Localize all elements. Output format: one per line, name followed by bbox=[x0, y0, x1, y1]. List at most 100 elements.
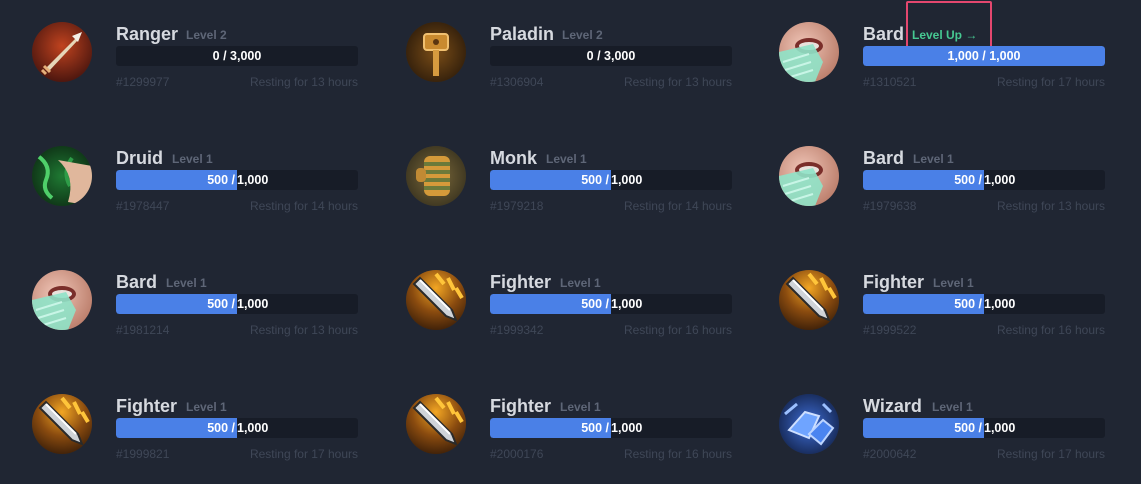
xp-progress-bar: 500 / 1,000 bbox=[863, 418, 1105, 438]
resting-status: Resting for 16 hours bbox=[996, 323, 1105, 337]
character-id: #1979638 bbox=[863, 199, 917, 213]
character-level: Level 1 bbox=[913, 152, 954, 166]
character-name: Bard bbox=[116, 272, 158, 292]
resting-status: Resting for 16 hours bbox=[623, 447, 732, 461]
character-card-fighter[interactable]: Fighter Level 1 500 / 1,000 #2000176 Res… bbox=[406, 394, 736, 474]
resting-status: Resting for 17 hours bbox=[249, 447, 358, 461]
xp-max: 1,000 bbox=[237, 297, 269, 311]
character-card-bard[interactable]: Bard Level Up → 1,000 / 1,000 #1310521 R… bbox=[779, 1, 1109, 102]
character-level: Level 2 bbox=[186, 28, 227, 42]
xp-current: 500 / bbox=[207, 297, 235, 311]
character-level: Level 1 bbox=[560, 276, 601, 290]
xp-progress-text: 1,000 / 1,000 bbox=[947, 49, 1021, 63]
character-level: Level 1 bbox=[560, 400, 601, 414]
resting-status: Resting for 13 hours bbox=[623, 75, 732, 89]
character-id: #2000176 bbox=[490, 447, 544, 461]
paladin-icon bbox=[406, 22, 466, 82]
character-id: #1999821 bbox=[116, 447, 170, 461]
character-id: #1999342 bbox=[490, 323, 544, 337]
xp-progress-bar: 500 / 1,000 bbox=[116, 418, 358, 438]
xp-progress-bar: 500 / 1,000 bbox=[490, 170, 732, 190]
xp-current: 500 / bbox=[581, 173, 609, 187]
xp-progress-bar: 1,000 / 1,000 bbox=[863, 46, 1105, 66]
fighter-icon bbox=[406, 394, 466, 454]
bard-icon bbox=[32, 270, 92, 330]
character-card-bard[interactable]: Bard Level 1 500 / 1,000 #1979638 Restin… bbox=[779, 146, 1109, 226]
character-card-fighter[interactable]: Fighter Level 1 500 / 1,000 #1999342 Res… bbox=[406, 270, 736, 350]
character-id: #1981214 bbox=[116, 323, 170, 337]
level-up-link[interactable]: Level Up → bbox=[912, 25, 977, 45]
character-level: Level 1 bbox=[546, 152, 587, 166]
character-name: Monk bbox=[490, 148, 537, 168]
xp-max: 1,000 bbox=[984, 421, 1016, 435]
xp-max: 1,000 bbox=[984, 297, 1016, 311]
character-name: Fighter bbox=[490, 272, 551, 292]
character-id: #1306904 bbox=[490, 75, 544, 89]
character-id: #1299977 bbox=[116, 75, 170, 89]
resting-status: Resting for 14 hours bbox=[249, 199, 358, 213]
resting-status: Resting for 16 hours bbox=[623, 323, 732, 337]
xp-current: 500 / bbox=[954, 297, 982, 311]
xp-max: 1,000 bbox=[984, 173, 1016, 187]
character-card-druid[interactable]: Druid Level 1 500 / 1,000 #1978447 Resti… bbox=[32, 146, 362, 226]
character-name: Fighter bbox=[863, 272, 924, 292]
character-id: #1978447 bbox=[116, 199, 170, 213]
fighter-icon bbox=[32, 394, 92, 454]
character-card-monk[interactable]: Monk Level 1 500 / 1,000 #1979218 Restin… bbox=[406, 146, 736, 226]
character-name: Bard bbox=[863, 148, 905, 168]
character-card-fighter[interactable]: Fighter Level 1 500 / 1,000 #1999821 Res… bbox=[32, 394, 362, 474]
resting-status: Resting for 17 hours bbox=[996, 75, 1105, 89]
character-card-wizard[interactable]: Wizard Level 1 500 / 1,000 #2000642 Rest… bbox=[779, 394, 1109, 474]
xp-current: 500 / bbox=[207, 173, 235, 187]
xp-max: 1,000 bbox=[237, 173, 269, 187]
xp-progress-bar: 500 / 1,000 bbox=[116, 170, 358, 190]
character-id: #2000642 bbox=[863, 447, 917, 461]
resting-status: Resting for 17 hours bbox=[996, 447, 1105, 461]
xp-max: 1,000 bbox=[237, 421, 269, 435]
xp-progress-bar: 500 / 1,000 bbox=[863, 294, 1105, 314]
character-name: Druid bbox=[116, 148, 163, 168]
xp-progress-bar: 0 / 3,000 bbox=[490, 46, 732, 66]
resting-status: Resting for 14 hours bbox=[623, 199, 732, 213]
wizard-icon bbox=[779, 394, 839, 454]
resting-status: Resting for 13 hours bbox=[996, 199, 1105, 213]
fighter-icon bbox=[406, 270, 466, 330]
xp-progress-bar: 500 / 1,000 bbox=[490, 294, 732, 314]
character-id: #1979218 bbox=[490, 199, 544, 213]
xp-progress-text: 0 / 3,000 bbox=[212, 49, 262, 63]
character-level: Level 1 bbox=[166, 276, 207, 290]
xp-max: 1,000 bbox=[611, 421, 643, 435]
xp-current: 500 / bbox=[954, 421, 982, 435]
fighter-icon bbox=[779, 270, 839, 330]
resting-status: Resting for 13 hours bbox=[249, 323, 358, 337]
xp-progress-bar: 500 / 1,000 bbox=[116, 294, 358, 314]
xp-progress-bar: 0 / 3,000 bbox=[116, 46, 358, 66]
ranger-icon bbox=[32, 22, 92, 82]
monk-icon bbox=[406, 146, 466, 206]
character-name: Paladin bbox=[490, 24, 555, 44]
character-id: #1999522 bbox=[863, 323, 917, 337]
character-name: Ranger bbox=[116, 24, 179, 44]
xp-current: 500 / bbox=[207, 421, 235, 435]
character-name: Wizard bbox=[863, 396, 922, 416]
character-level: Level 1 bbox=[186, 400, 227, 414]
bard-icon bbox=[779, 22, 839, 82]
character-level: Level 1 bbox=[172, 152, 213, 166]
character-card-bard[interactable]: Bard Level 1 500 / 1,000 #1981214 Restin… bbox=[32, 270, 362, 350]
resting-status: Resting for 13 hours bbox=[249, 75, 358, 89]
character-card-paladin[interactable]: Paladin Level 2 0 / 3,000 #1306904 Resti… bbox=[406, 22, 736, 102]
character-level: Level 1 bbox=[932, 400, 973, 414]
druid-icon bbox=[32, 146, 92, 206]
bard-icon bbox=[779, 146, 839, 206]
character-name: Fighter bbox=[116, 396, 177, 416]
xp-progress-bar: 500 / 1,000 bbox=[863, 170, 1105, 190]
xp-max: 1,000 bbox=[611, 297, 643, 311]
character-level: Level 1 bbox=[933, 276, 974, 290]
character-id: #1310521 bbox=[863, 75, 917, 89]
character-card-fighter[interactable]: Fighter Level 1 500 / 1,000 #1999522 Res… bbox=[779, 270, 1109, 350]
character-card-ranger[interactable]: Ranger Level 2 0 / 3,000 #1299977 Restin… bbox=[32, 22, 362, 102]
xp-progress-text: 0 / 3,000 bbox=[586, 49, 636, 63]
character-name: Fighter bbox=[490, 396, 551, 416]
xp-current: 500 / bbox=[581, 297, 609, 311]
xp-current: 500 / bbox=[954, 173, 982, 187]
